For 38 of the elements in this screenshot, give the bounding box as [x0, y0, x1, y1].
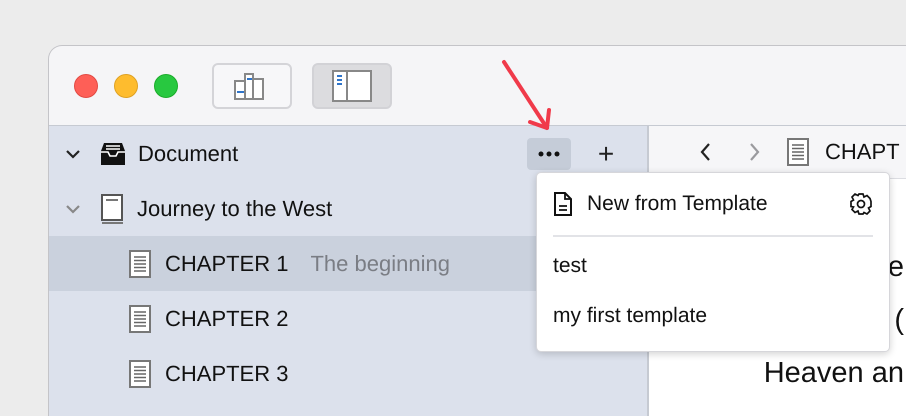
settings-button[interactable]	[849, 192, 873, 216]
book-icon	[101, 194, 123, 224]
item-title: Journey to the West	[137, 196, 332, 222]
more-icon	[538, 150, 560, 156]
item-title: CHAPTER 1	[165, 250, 288, 276]
page-icon	[129, 250, 151, 278]
page-icon	[787, 138, 809, 166]
add-button[interactable]: +	[581, 138, 631, 170]
item-subtitle: The beginning	[310, 250, 450, 276]
page-icon	[129, 360, 151, 388]
sidebar-icon	[332, 70, 372, 102]
chevron-icon	[748, 142, 761, 162]
chevron-icon	[65, 148, 81, 158]
arrow-annotation	[502, 60, 551, 130]
inbox-icon	[100, 142, 126, 166]
template-item[interactable]: test	[553, 254, 587, 278]
chevron-icon	[699, 142, 712, 162]
settings-icon	[849, 192, 873, 216]
sidebar-view-button[interactable]	[312, 62, 392, 108]
chevron-icon	[65, 204, 81, 214]
stats-view-button[interactable]	[212, 62, 292, 108]
item-title: CHAPTER 2	[165, 306, 288, 332]
new-from-template-item[interactable]: New from Template	[553, 192, 768, 216]
page-icon	[129, 304, 151, 332]
document-icon	[553, 192, 573, 216]
tree-row[interactable]: CHAPTER 3	[49, 346, 647, 401]
close-button[interactable]	[74, 74, 98, 98]
chevron-toggle[interactable]	[63, 204, 83, 214]
editor-text: (	[894, 304, 904, 337]
item-title: CHAPTER 3	[165, 360, 288, 386]
editor-text: Heaven an	[764, 357, 904, 390]
minimize-button[interactable]	[114, 74, 138, 98]
more-button[interactable]	[527, 138, 571, 170]
chevron-toggle[interactable]	[63, 148, 83, 158]
document-title: CHAPT	[825, 139, 900, 165]
document-label: Document	[138, 140, 238, 166]
zoom-button[interactable]	[154, 74, 178, 98]
template-item[interactable]: my first template	[553, 304, 708, 328]
